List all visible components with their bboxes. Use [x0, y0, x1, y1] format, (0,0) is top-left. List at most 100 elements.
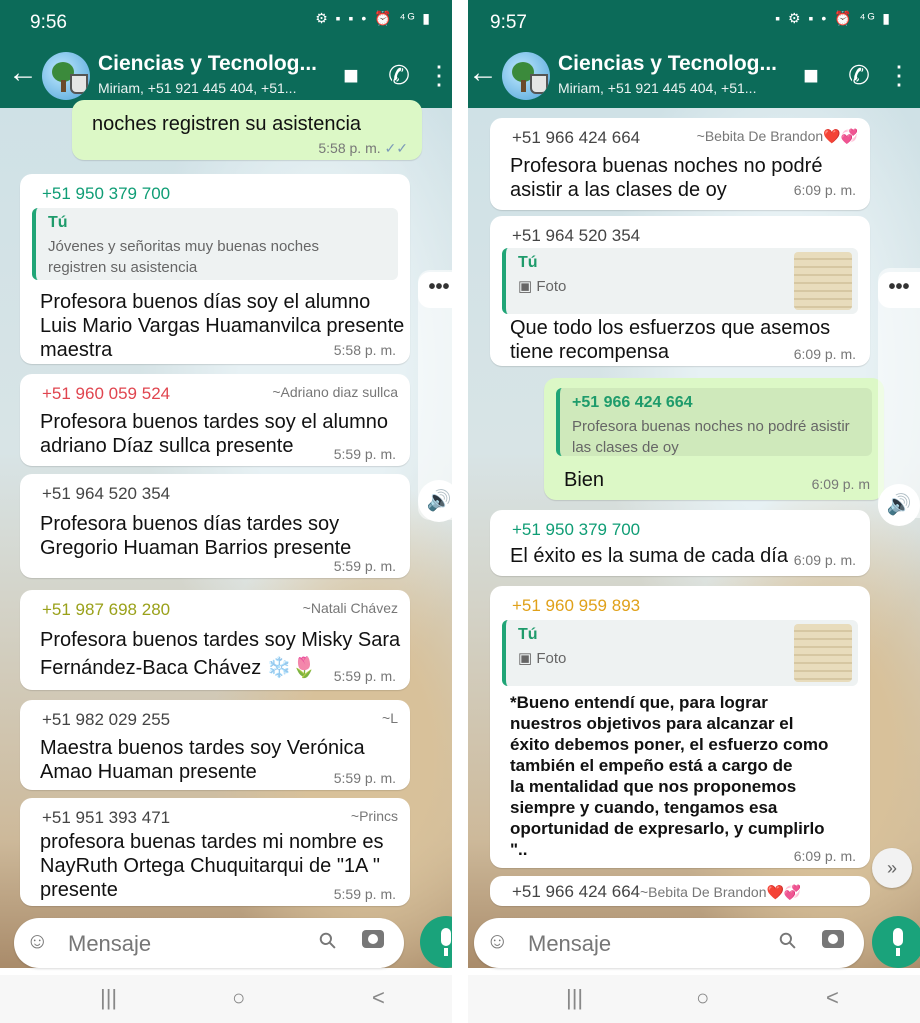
message-incoming[interactable]: +51 966 424 664 ~Bebita De Brandon❤️💞 Pr…	[490, 118, 870, 210]
phone-call-icon[interactable]: ✆	[844, 60, 874, 90]
message-incoming[interactable]: +51 960 959 893 Tú ▣ Foto *Bueno entendí…	[490, 586, 870, 868]
system-nav-bar: ||| ○ <	[460, 975, 920, 1023]
chat-title[interactable]: Ciencias y Tecnolog...	[98, 52, 317, 76]
chat-participants[interactable]: Miriam, +51 921 445 404, +51...	[558, 80, 756, 96]
message-text: Profesora buenas noches no podré asistir …	[510, 155, 823, 201]
home-icon[interactable]: ○	[232, 985, 245, 1011]
camera-icon[interactable]	[822, 930, 844, 948]
message-sender: +51 951 393 471	[42, 808, 171, 827]
phone-left: 9:56 ⚙ ▪ ▪ • ⏰ ⁴ᴳ ▮ ← Ciencias y Tecnolo…	[0, 0, 460, 1023]
status-time: 9:57	[490, 12, 527, 33]
message-incoming[interactable]: +51 950 379 700 El éxito es la suma de c…	[490, 510, 870, 576]
emoji-icon[interactable]: ☺	[26, 928, 48, 954]
back-arrow-icon[interactable]: ←	[468, 56, 498, 90]
recent-apps-icon[interactable]: |||	[100, 985, 117, 1011]
system-nav-bar: ||| ○ <	[0, 975, 460, 1023]
message-text: *Bueno entendí que, para lograr nuestros …	[510, 693, 829, 859]
message-incoming[interactable]: +51 964 520 354 Tú ▣ Foto Que todo los e…	[490, 216, 870, 366]
quoted-author: Tú	[518, 626, 538, 643]
quoted-text: Jóvenes y señoritas muy buenas noches reg…	[48, 238, 319, 276]
camera-icon[interactable]	[362, 930, 384, 948]
message-incoming[interactable]: +51 964 520 354 Profesora buenos días ta…	[20, 474, 410, 578]
photo-thumbnail[interactable]	[794, 252, 852, 310]
home-icon[interactable]: ○	[696, 985, 709, 1011]
message-time: 6:09 p. m.	[793, 346, 856, 362]
recent-apps-icon[interactable]: |||	[566, 985, 583, 1011]
message-input[interactable]: ☺ Mensaje ⚲	[474, 918, 864, 968]
message-time: 6:09 p. m	[811, 476, 870, 492]
quoted-author: Tú	[518, 254, 538, 271]
message-sender: +51 987 698 280	[42, 600, 171, 619]
message-sender: +51 964 520 354	[42, 484, 171, 503]
message-incoming[interactable]: +51 951 393 471 ~Princs profesora buenas…	[20, 798, 410, 906]
chat-header: ← Ciencias y Tecnolog... Miriam, +51 921…	[460, 46, 920, 108]
status-bar: 9:56 ⚙ ▪ ▪ • ⏰ ⁴ᴳ ▮	[0, 0, 460, 46]
message-incoming[interactable]: +51 950 379 700 Tú Jóvenes y señoritas m…	[20, 174, 410, 364]
message-text: El éxito es la suma de cada día	[510, 545, 788, 567]
message-time: 5:59 p. m.	[333, 558, 396, 574]
message-text: Profesora buenos días tardes soy Gregorio…	[40, 513, 352, 559]
message-sender: +51 966 424 664	[512, 128, 641, 147]
message-incoming[interactable]: +51 987 698 280 ~Natali Chávez Profesora…	[20, 590, 410, 690]
more-options-icon[interactable]: ⋮	[884, 60, 914, 90]
message-time: 5:58 p. m.	[333, 342, 396, 358]
message-outgoing[interactable]: +51 966 424 664 Profesora buenas noches …	[544, 378, 884, 500]
message-incoming[interactable]: +51 966 424 664 ~Bebita De Brandon❤️💞	[490, 876, 870, 906]
quoted-author: Tú	[48, 214, 68, 231]
attach-icon[interactable]: ⚲	[773, 926, 803, 956]
message-incoming[interactable]: +51 960 059 524 ~Adriano diaz sullca Pro…	[20, 374, 410, 466]
quoted-message[interactable]: Tú ▣ Foto	[502, 620, 858, 686]
chat-participants[interactable]: Miriam, +51 921 445 404, +51...	[98, 80, 296, 96]
message-outgoing[interactable]: noches registren su asistencia 5:58 p. m…	[72, 100, 422, 160]
quoted-message[interactable]: Tú Jóvenes y señoritas muy buenas noches…	[32, 208, 398, 280]
phone-call-icon[interactable]: ✆	[384, 60, 414, 90]
nav-back-icon[interactable]: <	[372, 985, 385, 1011]
message-sender: +51 964 520 354	[512, 226, 641, 245]
quoted-text: ▣ Foto	[518, 650, 567, 667]
screenshot-pair: 9:56 ⚙ ▪ ▪ • ⏰ ⁴ᴳ ▮ ← Ciencias y Tecnolo…	[0, 0, 920, 1023]
message-time: 5:59 p. m.	[333, 446, 396, 462]
message-sender: +51 966 424 664	[512, 882, 641, 901]
back-arrow-icon[interactable]: ←	[8, 56, 38, 90]
quoted-message[interactable]: Tú ▣ Foto	[502, 248, 858, 314]
message-incoming[interactable]: +51 982 029 255 ~L Maestra buenos tardes…	[20, 700, 410, 790]
message-text: noches registren su asistencia	[92, 113, 362, 135]
message-text: Bien	[564, 469, 605, 491]
photo-thumbnail[interactable]	[794, 624, 852, 682]
divider	[452, 0, 468, 1023]
message-time: 5:59 p. m.	[333, 886, 396, 902]
nav-back-icon[interactable]: <	[826, 985, 839, 1011]
sender-alias: ~Bebita De Brandon❤️💞	[640, 884, 802, 900]
message-sender: +51 960 059 524	[42, 384, 171, 403]
scroll-down-icon[interactable]: »	[872, 848, 912, 888]
message-sender: +51 982 029 255	[42, 710, 171, 729]
group-avatar[interactable]	[42, 52, 90, 100]
message-placeholder: Mensaje	[528, 931, 612, 956]
sender-alias: ~Natali Chávez	[302, 600, 398, 616]
message-input[interactable]: ☺ Mensaje ⚲	[14, 918, 404, 968]
speaker-icon[interactable]: 🔊	[878, 484, 920, 526]
mic-button[interactable]	[872, 916, 920, 968]
emoji-icon[interactable]: ☺	[486, 928, 508, 954]
attach-icon[interactable]: ⚲	[313, 926, 343, 956]
status-time: 9:56	[30, 12, 67, 33]
video-call-icon[interactable]: ■	[796, 60, 826, 90]
status-icons: ▪ ⚙ ▪ • ⏰ ⁴ᴳ ▮	[775, 10, 892, 26]
message-time: 6:09 p. m.	[793, 182, 856, 198]
more-options-icon[interactable]: ⋮	[424, 60, 454, 90]
quoted-text: Profesora buenas noches no podré asistir…	[572, 418, 850, 456]
message-sender: +51 950 379 700	[512, 520, 641, 539]
video-call-icon[interactable]: ■	[336, 60, 366, 90]
quoted-message[interactable]: +51 966 424 664 Profesora buenas noches …	[556, 388, 872, 456]
message-sender: +51 950 379 700	[42, 184, 171, 203]
more-dots-icon[interactable]: •••	[878, 272, 920, 308]
status-bar: 9:57 ▪ ⚙ ▪ • ⏰ ⁴ᴳ ▮	[460, 0, 920, 46]
message-placeholder: Mensaje	[68, 931, 152, 956]
chat-title[interactable]: Ciencias y Tecnolog...	[558, 52, 777, 76]
quoted-text: ▣ Foto	[518, 278, 567, 295]
group-avatar[interactable]	[502, 52, 550, 100]
message-time: 5:59 p. m.	[333, 668, 396, 684]
sender-alias: ~Princs	[350, 808, 398, 824]
status-icons: ⚙ ▪ ▪ • ⏰ ⁴ᴳ ▮	[315, 10, 432, 26]
message-sender: +51 960 959 893	[512, 596, 641, 615]
